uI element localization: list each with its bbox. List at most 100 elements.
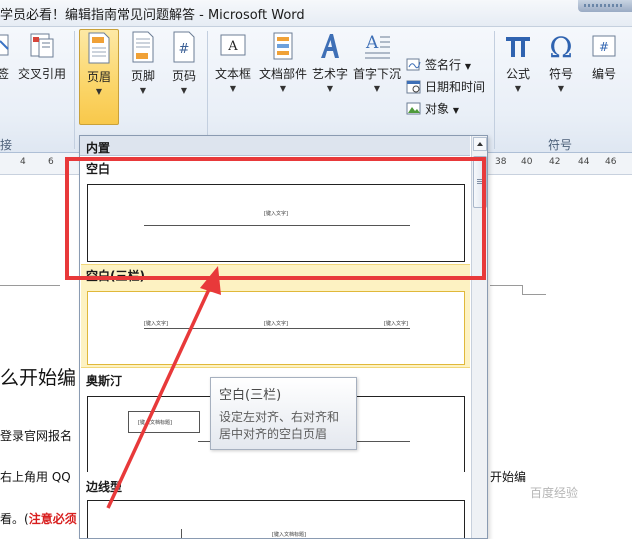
chevron-down-icon: ▼	[514, 84, 522, 93]
group-separator	[207, 31, 208, 149]
gallery-item-preview: [键入文档标题]	[87, 500, 465, 538]
equation-button[interactable]: 公式 ▼	[498, 29, 538, 125]
pi-icon	[506, 37, 530, 57]
header-button[interactable]: 页眉 ▼	[79, 29, 119, 125]
symbols-group-label: 符号	[548, 138, 573, 152]
symbol-label: 符号	[548, 67, 573, 81]
number-icon: #	[592, 35, 616, 57]
doc-red-note: 注意必须	[28, 512, 77, 526]
gallery-tooltip: 空白(三栏) 设定左对齐、右对齐和居中对齐的空白页眉	[210, 377, 357, 450]
date-time-button[interactable]: 日期和时间	[406, 77, 485, 97]
object-icon	[406, 102, 421, 115]
object-label: 对象	[425, 102, 450, 116]
chevron-down-icon: ▼	[279, 84, 287, 93]
ruler-tick: 44	[578, 157, 590, 167]
header-rule	[144, 328, 410, 329]
gallery-item-preview: [键入文字] [键入文字] [键入文字]	[87, 291, 465, 365]
watermark: 百度经验	[530, 486, 579, 500]
group-separator	[74, 31, 75, 149]
quick-parts-label: 文档部件	[258, 67, 307, 81]
page-number-button[interactable]: # 页码 ▼	[164, 29, 204, 125]
chevron-down-icon: ▼	[557, 84, 565, 93]
window-title: 学员必看！编辑指南常见问题解答 - Microsoft Word	[0, 8, 305, 23]
equation-label: 公式	[505, 67, 530, 81]
svg-text:A: A	[365, 33, 379, 53]
gallery-item-sideline[interactable]: 边线型 [键入文档标题]	[81, 472, 470, 538]
footer-button[interactable]: 页脚 ▼	[123, 29, 163, 125]
placeholder-text: [键入文字]	[144, 321, 168, 327]
svg-text:#: #	[179, 42, 190, 57]
doc-line: 看。(注意必须	[0, 510, 77, 527]
wordart-icon	[321, 34, 339, 58]
doc-line: 登录官网报名	[0, 429, 73, 443]
footer-label: 页脚	[130, 69, 155, 83]
chevron-down-icon: ▼	[326, 84, 334, 93]
svg-text:#: #	[599, 40, 609, 54]
gallery-item-name: 奥斯汀	[86, 374, 123, 388]
signature-line-label: 签名行	[425, 58, 462, 72]
wordart-button[interactable]: 艺术字 ▼	[310, 29, 350, 125]
svg-text:Ω: Ω	[549, 31, 572, 61]
gallery-section-header: 内置	[80, 136, 470, 156]
ruler-tick: 4	[20, 157, 26, 167]
signature-icon	[406, 58, 421, 71]
header-separator-line	[522, 294, 546, 295]
page-number-label: 页码	[171, 69, 196, 83]
signature-line-button[interactable]: 签名行 ▼	[406, 55, 471, 75]
tooltip-title: 空白(三栏)	[219, 388, 282, 403]
header-separator-line	[0, 285, 60, 286]
ruler-tick: 6	[48, 157, 54, 167]
chevron-down-icon: ▼	[373, 84, 381, 93]
header-label: 页眉	[86, 70, 111, 84]
doc-line: 开始编	[490, 470, 527, 484]
quick-parts-button[interactable]: 文档部件 ▼	[257, 29, 309, 125]
title-bar: 学员必看！编辑指南常见问题解答 - Microsoft Word	[0, 0, 632, 27]
svg-text:A: A	[227, 39, 238, 54]
symbol-button[interactable]: Ω 符号 ▼	[541, 29, 581, 125]
header-icon	[88, 32, 110, 64]
tooltip-description: 设定左对齐、右对齐和居中对齐的空白页眉	[219, 410, 340, 441]
cross-reference-icon	[30, 33, 54, 58]
scroll-up-button[interactable]	[473, 137, 487, 151]
chevron-down-icon: ▼	[180, 86, 188, 95]
cross-reference-button[interactable]: 交叉引用	[14, 29, 70, 125]
footer-icon	[132, 31, 154, 63]
group-separator	[494, 31, 495, 149]
drop-cap-icon: A	[365, 33, 390, 59]
bookmark-icon	[0, 34, 9, 56]
placeholder-text: [键入文字]	[384, 321, 408, 327]
chevron-down-icon: ▼	[139, 86, 147, 95]
quick-parts-icon	[273, 32, 293, 60]
number-label: 编号	[591, 67, 616, 81]
drop-cap-button[interactable]: A 首字下沉 ▼	[351, 29, 403, 125]
placeholder-text: [键入文档标题]	[138, 420, 172, 426]
ruler-tick: 42	[549, 157, 561, 167]
placeholder-text: [键入文字]	[264, 321, 288, 327]
side-rule	[181, 529, 182, 538]
chevron-down-icon: ▼	[95, 87, 103, 96]
highlight-box	[65, 157, 486, 280]
textbox-icon: A	[220, 34, 246, 56]
gallery-item-name: 边线型	[86, 480, 123, 494]
drop-cap-label: 首字下沉	[352, 67, 401, 81]
doc-heading: 么开始编	[0, 367, 77, 389]
window-controls[interactable]	[578, 0, 632, 12]
chevron-down-icon: ▼	[452, 106, 459, 115]
doc-line: 右上角用 QQ	[0, 470, 71, 484]
number-button[interactable]: # 编号	[584, 29, 624, 125]
doc-text: 看。(	[0, 512, 29, 526]
placeholder-text: [键入文档标题]	[272, 532, 306, 538]
signature-partial-button[interactable]: 签	[0, 29, 12, 125]
header-separator-line	[490, 285, 522, 286]
object-button[interactable]: 对象 ▼	[406, 99, 459, 119]
links-group-label: 接	[0, 138, 13, 152]
calendar-icon	[406, 80, 421, 94]
ruler-tick: 46	[605, 157, 617, 167]
signature-partial-label: 签	[0, 67, 9, 81]
cross-reference-label: 交叉引用	[17, 67, 66, 81]
textbox-button[interactable]: A 文本框 ▼	[211, 29, 255, 125]
omega-icon: Ω	[549, 31, 572, 61]
date-time-label: 日期和时间	[425, 80, 486, 94]
chevron-down-icon: ▼	[229, 84, 237, 93]
ruler-tick: 40	[521, 157, 533, 167]
